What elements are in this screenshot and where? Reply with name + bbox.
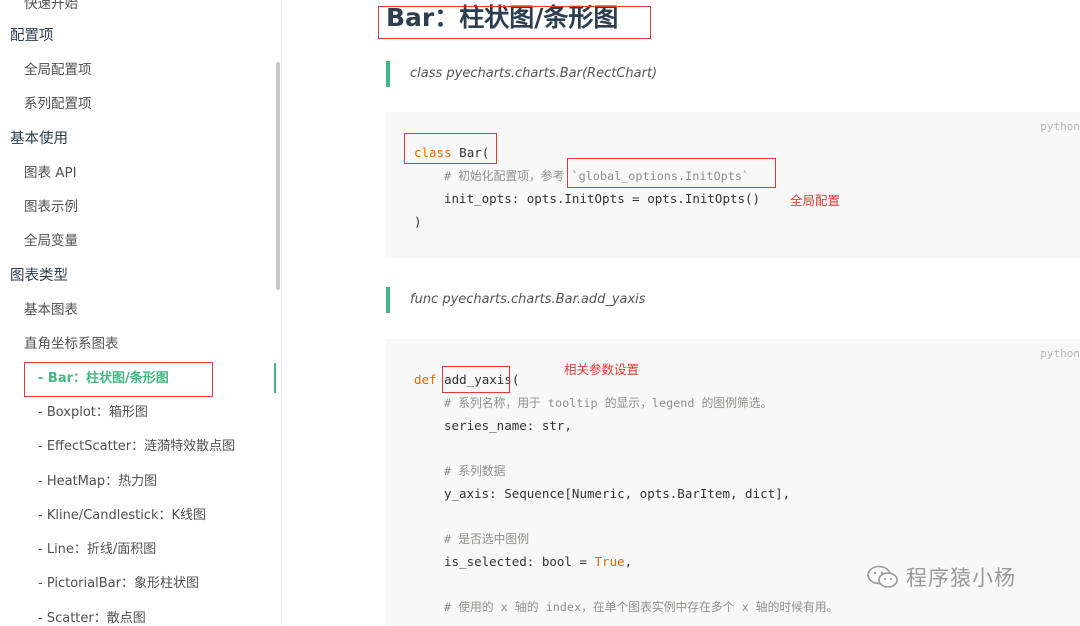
sidebar-item-chart-api[interactable]: 图表 API xyxy=(24,163,77,183)
sidebar-item-basic-charts[interactable]: 基本图表 xyxy=(24,300,78,320)
sidebar-item-kline[interactable]: - Kline/Candlestick：K线图 xyxy=(38,506,206,526)
sidebar-scrollbar[interactable] xyxy=(276,62,280,290)
main-content: Bar：柱状图/条形图 class pyecharts.charts.Bar(R… xyxy=(282,0,1080,626)
sidebar-item-effectscatter[interactable]: - EffectScatter：涟漪特效散点图 xyxy=(38,437,235,457)
code-block-class: python class Bar( # 初始化配置项，参考 `global_op… xyxy=(386,112,1080,258)
wechat-icon xyxy=(867,565,898,588)
code-comment: # 系列数据 xyxy=(444,464,506,478)
sidebar-active-indicator xyxy=(274,363,276,393)
sidebar-item-chart-examples[interactable]: 图表示例 xyxy=(24,197,78,217)
signature-quote-bar xyxy=(386,61,390,87)
sidebar-item-cartesian-charts[interactable]: 直角坐标系图表 xyxy=(24,334,119,354)
code-comment: # 使用的 x 轴的 index，在单个图表实例中存在多个 x 轴的时候有用。 xyxy=(444,600,839,614)
class-signature: class pyecharts.charts.Bar(RectChart) xyxy=(410,66,658,81)
sidebar-item-pictorialbar[interactable]: - PictorialBar：象形柱状图 xyxy=(38,574,199,594)
sidebar-item-line[interactable]: - Line：折线/面积图 xyxy=(38,540,156,560)
sidebar-section-basic-usage[interactable]: 基本使用 xyxy=(10,129,68,149)
code-text: , xyxy=(624,554,633,569)
signature-quote-bar xyxy=(386,287,390,313)
annotation-box-initopts xyxy=(567,158,776,188)
code-comment: # 系列名称，用于 tooltip 的显示，legend 的图例筛选。 xyxy=(444,396,773,410)
sidebar-item-boxplot[interactable]: - Boxplot：箱形图 xyxy=(38,403,148,423)
annotation-box-class-bar xyxy=(404,133,497,164)
annotation-param-settings: 相关参数设置 xyxy=(564,362,640,377)
annotation-global-config: 全局配置 xyxy=(790,193,841,208)
sidebar-item-global-variables[interactable]: 全局变量 xyxy=(24,231,78,251)
code-language-label: python xyxy=(1040,120,1080,133)
sidebar-item-quick-start[interactable]: 快速开始 xyxy=(24,0,78,14)
sidebar-item-heatmap[interactable]: - HeatMap：热力图 xyxy=(38,472,157,492)
code-line: series_name: str, xyxy=(444,418,572,433)
sidebar-section-chart-types[interactable]: 图表类型 xyxy=(10,266,68,286)
watermark-text: 程序猿小杨 xyxy=(906,566,1016,590)
sidebar: 快速开始 配置项 全局配置项 系列配置项 基本使用 图表 API 图表示例 全局… xyxy=(0,0,282,626)
watermark: 程序猿小杨 xyxy=(866,562,1016,592)
code-text: is_selected: bool = xyxy=(444,554,595,569)
sidebar-item-global-options[interactable]: 全局配置项 xyxy=(24,60,92,80)
code-literal-true: True xyxy=(594,554,625,569)
code-line: y_axis: Sequence[Numeric, opts.BarItem, … xyxy=(444,486,791,501)
annotation-box-bar-item xyxy=(24,362,213,397)
func-signature: func pyecharts.charts.Bar.add_yaxis xyxy=(410,292,646,307)
code-line: ) xyxy=(414,214,422,229)
sidebar-item-scatter[interactable]: - Scatter：散点图 xyxy=(38,609,146,626)
code-line: init_opts: opts.InitOpts = opts.InitOpts… xyxy=(444,191,761,206)
annotation-box-title xyxy=(378,6,651,39)
code-comment: # 是否选中图例 xyxy=(444,532,529,546)
code-language-label: python xyxy=(1040,347,1080,360)
sidebar-item-series-options[interactable]: 系列配置项 xyxy=(24,94,92,114)
code-line: is_selected: bool = True, xyxy=(444,553,632,571)
annotation-box-add-yaxis xyxy=(442,366,510,393)
sidebar-section-config[interactable]: 配置项 xyxy=(10,26,54,46)
code-keyword: def xyxy=(414,372,437,387)
